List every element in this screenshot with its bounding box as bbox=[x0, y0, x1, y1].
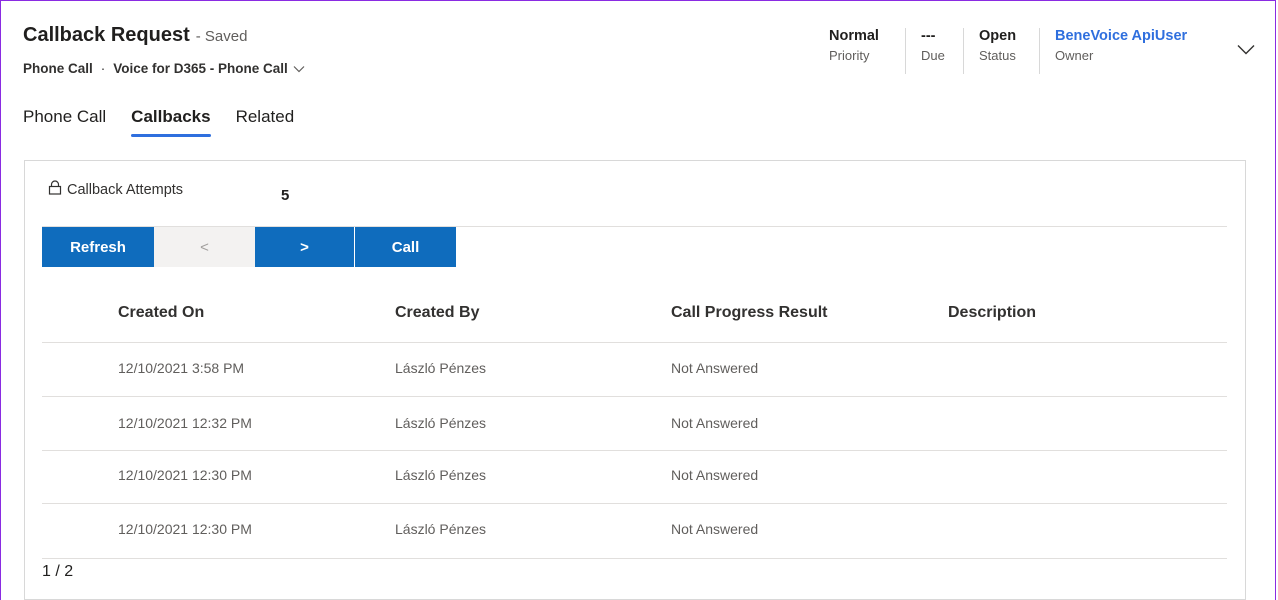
record-title: Callback Request bbox=[23, 24, 190, 46]
callback-attempts-value: 5 bbox=[281, 187, 290, 204]
due-value: --- bbox=[921, 28, 936, 44]
cell-created-on: 12/10/2021 12:30 PM bbox=[118, 467, 252, 483]
status-label: Status bbox=[979, 48, 1016, 63]
save-status: - Saved bbox=[195, 28, 248, 45]
header-divider bbox=[905, 28, 906, 74]
cell-created-by: László Pénzes bbox=[395, 521, 487, 537]
chevron-down-icon bbox=[293, 61, 305, 76]
cell-created-by: László Pénzes bbox=[395, 415, 487, 431]
chevron-down-icon bbox=[1237, 42, 1255, 59]
row-divider bbox=[42, 503, 1227, 504]
header-divider bbox=[963, 28, 964, 74]
previous-page-button[interactable]: < bbox=[154, 227, 255, 267]
cell-created-on: 12/10/2021 3:58 PM bbox=[118, 360, 245, 376]
page-indicator: 1 / 2 bbox=[42, 563, 74, 580]
row-divider bbox=[42, 450, 1227, 451]
priority-label: Priority bbox=[829, 48, 870, 63]
tab-related[interactable]: Related bbox=[236, 107, 295, 133]
call-button[interactable]: Call bbox=[355, 227, 456, 267]
cell-created-on: 12/10/2021 12:30 PM bbox=[118, 521, 252, 537]
header-field-priority: Normal Priority bbox=[829, 28, 879, 63]
tab-phone-call[interactable]: Phone Call bbox=[23, 107, 106, 133]
form-tabs: Phone Call Callbacks Related bbox=[23, 107, 319, 137]
cell-created-on: 12/10/2021 12:32 PM bbox=[118, 415, 252, 431]
expand-header-button[interactable] bbox=[1237, 42, 1255, 60]
row-divider bbox=[42, 396, 1227, 397]
refresh-button[interactable]: Refresh bbox=[42, 227, 154, 267]
form-subtitle: Phone Call · Voice for D365 - Phone Call bbox=[23, 61, 305, 76]
cell-call-progress-result: Not Answered bbox=[671, 360, 759, 376]
column-header-created-on[interactable]: Created On bbox=[118, 304, 204, 322]
callback-attempts-field: Callback Attempts bbox=[48, 180, 183, 199]
cell-created-by: László Pénzes bbox=[395, 467, 487, 483]
row-divider bbox=[42, 558, 1227, 559]
cell-call-progress-result: Not Answered bbox=[671, 415, 759, 431]
header-divider bbox=[1039, 28, 1040, 74]
form-selector[interactable]: Voice for D365 - Phone Call bbox=[113, 61, 305, 76]
entity-name: Phone Call bbox=[23, 61, 93, 76]
form-selector-label: Voice for D365 - Phone Call bbox=[113, 61, 288, 76]
cell-call-progress-result: Not Answered bbox=[671, 467, 759, 483]
header-row-divider bbox=[42, 342, 1227, 343]
column-header-call-progress-result[interactable]: Call Progress Result bbox=[671, 304, 828, 322]
owner-label: Owner bbox=[1055, 48, 1094, 63]
callback-attempts-label: Callback Attempts bbox=[67, 181, 184, 198]
cell-created-by: László Pénzes bbox=[395, 360, 487, 376]
column-header-description[interactable]: Description bbox=[948, 304, 1036, 322]
header-field-owner: BeneVoice ApiUser Owner bbox=[1055, 28, 1187, 63]
header-field-status: Open Status bbox=[979, 28, 1016, 63]
next-page-button[interactable]: > bbox=[255, 227, 355, 267]
form-header-title: Callback Request - Saved bbox=[23, 24, 247, 47]
tab-callbacks[interactable]: Callbacks bbox=[131, 107, 211, 137]
cell-call-progress-result: Not Answered bbox=[671, 521, 759, 537]
column-header-created-by[interactable]: Created By bbox=[395, 304, 479, 322]
status-value: Open bbox=[979, 28, 1017, 44]
owner-link[interactable]: BeneVoice ApiUser bbox=[1055, 28, 1187, 44]
priority-value: Normal bbox=[829, 28, 879, 44]
header-field-due: --- Due bbox=[921, 28, 945, 63]
lock-icon bbox=[48, 180, 62, 199]
due-label: Due bbox=[921, 48, 945, 63]
subtitle-separator: · bbox=[100, 61, 106, 76]
